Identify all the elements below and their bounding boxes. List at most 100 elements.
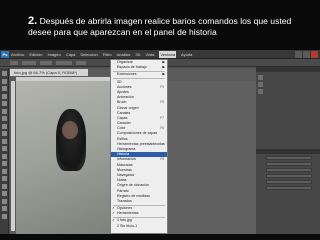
menu-item-label: Párrafo <box>117 188 129 193</box>
tool-icon[interactable] <box>2 213 7 219</box>
menu-item-label: Espacio de trabajo <box>117 65 147 70</box>
document-tab[interactable]: foto.jpg @ 66,7% (Capa 0, RGB/8*) <box>10 69 88 76</box>
panel-header[interactable] <box>256 149 320 154</box>
panel-icon[interactable] <box>258 75 263 80</box>
menu-item-label: Bruch <box>117 100 127 105</box>
tool-icon[interactable] <box>2 131 7 136</box>
tool-icon[interactable] <box>2 93 7 99</box>
menu-edición[interactable]: Edición <box>29 51 42 58</box>
menu-item[interactable]: Espacio de trabajo ▶ <box>111 65 167 70</box>
tool-icon[interactable] <box>2 138 7 144</box>
checkmark-icon: ✓ <box>112 211 116 216</box>
vertical-ruler <box>11 81 15 231</box>
window-menu-dropdown: Organizar ▶ Espacio de trabajo ▶ Extensiones… <box>110 59 168 234</box>
tool-icon[interactable] <box>2 191 7 196</box>
slide-title-text: Después de abrirla imagen realice barios… <box>28 16 292 37</box>
menu-item-label: 1 foto.jpg <box>117 218 132 223</box>
menu-item-label: Herramientas preestablecidas <box>117 141 165 146</box>
app-menubar: Ps Archivo Edición Imagen Capa Selección Filt… <box>0 50 320 59</box>
tool-icon[interactable] <box>2 206 7 211</box>
menu-item-label: Muestras <box>117 167 132 172</box>
option-control[interactable] <box>22 61 36 65</box>
menu-item-label: 3D <box>117 79 122 84</box>
tools-panel <box>0 68 9 234</box>
tool-icon[interactable] <box>2 116 7 121</box>
menu-ayuda[interactable]: Ayuda <box>181 51 192 58</box>
menu-item-label: Acciones <box>117 84 132 89</box>
menu-item-label: Ajustes <box>117 89 129 94</box>
option-control[interactable] <box>40 61 52 65</box>
menu-item[interactable]: ✓ Herramientas <box>111 211 167 216</box>
option-control[interactable] <box>76 61 86 65</box>
tool-icon[interactable] <box>2 71 7 76</box>
menu-item-label: Carácter <box>117 121 131 126</box>
panel-row[interactable] <box>266 162 312 166</box>
menu-item-label: Herramientas <box>117 211 139 216</box>
tool-icon[interactable] <box>2 153 7 159</box>
menu-list: Archivo Edición Imagen Capa Selección Filtro A… <box>11 51 197 58</box>
panel-row[interactable] <box>266 168 312 172</box>
menu-item[interactable]: Trazados <box>111 199 167 204</box>
tool-icon[interactable] <box>2 198 7 204</box>
panel-row[interactable] <box>266 180 312 184</box>
menu-item-label: Registro de medidas <box>117 193 150 198</box>
tool-icon[interactable] <box>2 123 7 129</box>
menu-filtro[interactable]: Filtro <box>103 51 112 58</box>
submenu-arrow-icon: ▶ <box>162 65 165 70</box>
menu-item-label: Composiciones de capas <box>117 131 158 136</box>
panel-row[interactable] <box>266 156 312 160</box>
photoshop-screenshot: Ps Archivo Edición Imagen Capa Selección Filt… <box>0 50 320 234</box>
tool-icon[interactable] <box>2 146 7 151</box>
maximize-icon[interactable] <box>303 51 310 58</box>
image-subject <box>56 109 86 171</box>
panel-row[interactable] <box>266 186 312 190</box>
tool-preset-icon[interactable] <box>10 61 18 65</box>
menu-item-label: Clonar origen <box>117 105 139 110</box>
menu-análisis[interactable]: Análisis <box>117 51 131 58</box>
tool-icon[interactable] <box>2 176 7 181</box>
menu-item-label: Animación <box>117 95 134 100</box>
menu-item-label: Organizar <box>117 60 133 64</box>
tool-icon[interactable] <box>2 101 7 106</box>
image-face-area <box>62 121 78 139</box>
panels-dock <box>256 67 320 234</box>
close-icon[interactable] <box>311 51 318 58</box>
menu-archivo[interactable]: Archivo <box>11 51 24 58</box>
tool-icon[interactable] <box>2 183 7 189</box>
panel-row[interactable] <box>266 174 312 178</box>
menu-vista[interactable]: Vista <box>146 51 155 58</box>
menu-item[interactable]: 2 Sin título-1 <box>111 224 167 229</box>
menu-selección[interactable]: Selección <box>80 51 97 58</box>
menu-item-label: Información <box>117 157 136 162</box>
option-control[interactable] <box>56 61 72 65</box>
tool-icon[interactable] <box>2 161 7 166</box>
menu-ventana[interactable]: Ventana <box>159 51 177 58</box>
menu-item-label: Historia <box>117 152 130 157</box>
tool-icon[interactable] <box>2 168 7 174</box>
menu-item-label: Máscaras <box>117 162 133 167</box>
menu-3d[interactable]: 3D <box>135 51 140 58</box>
menu-item-label: Histograma <box>117 147 136 151</box>
menu-item-label: Canales <box>117 110 131 115</box>
menu-item-label: Navegador <box>117 172 135 177</box>
menu-item-label: 2 Sin título-1 <box>117 223 138 228</box>
menu-imagen[interactable]: Imagen <box>47 51 60 58</box>
menu-item[interactable]: Extensiones ▶ <box>111 72 167 77</box>
menu-item-label: Notas <box>117 178 127 183</box>
menu-capa[interactable]: Capa <box>66 51 76 58</box>
menu-item-label: Opciones <box>117 206 133 211</box>
tool-icon[interactable] <box>2 86 7 91</box>
panel-icon[interactable] <box>258 82 263 87</box>
submenu-arrow-icon: ▶ <box>162 72 165 77</box>
slide-title-number: 2. <box>28 15 38 27</box>
menu-item-label: Estilos <box>117 136 128 141</box>
canvas-image[interactable] <box>16 81 120 234</box>
panel-icon[interactable] <box>258 89 263 94</box>
tool-icon[interactable] <box>2 78 7 84</box>
panel-header[interactable] <box>256 67 320 72</box>
tool-icon[interactable] <box>2 108 7 114</box>
minimize-icon[interactable] <box>295 51 302 58</box>
slide-title: 2. Después de abrirla imagen realice bar… <box>28 16 298 38</box>
window-controls <box>294 51 318 58</box>
menu-item-label: Color <box>117 126 126 131</box>
